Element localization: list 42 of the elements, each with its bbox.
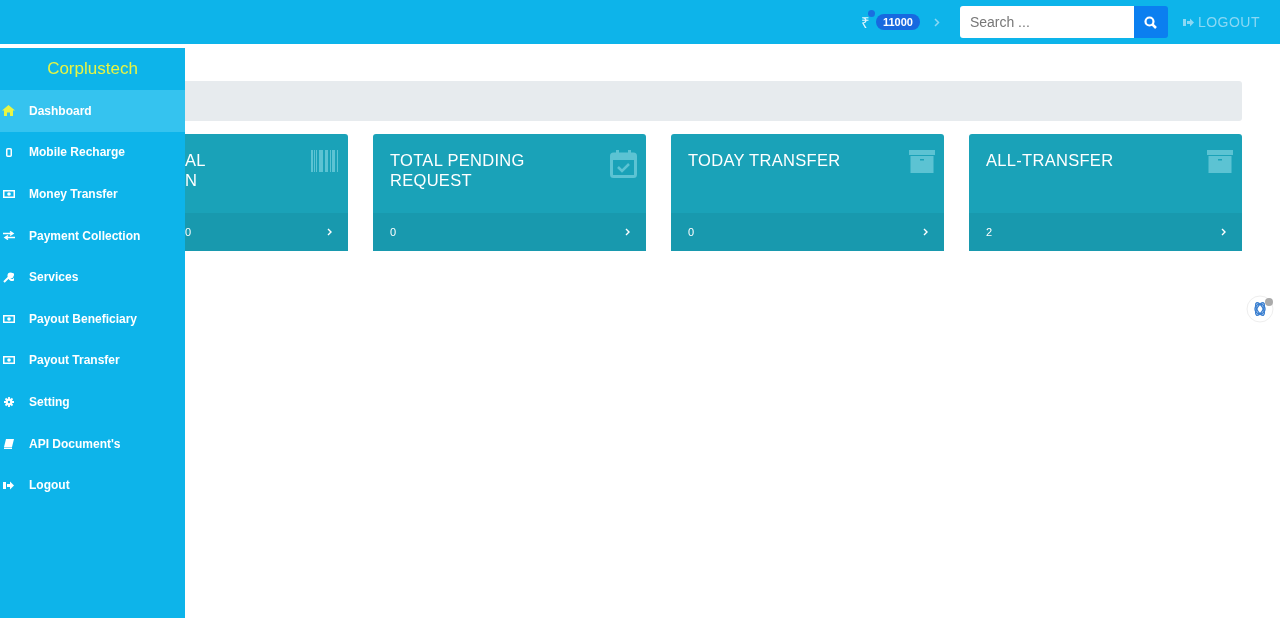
sign-out-icon — [1182, 17, 1194, 27]
card-value: 2 — [986, 226, 993, 238]
banknote-icon — [2, 356, 15, 365]
card-title: TODAY TRANSFER — [688, 150, 841, 171]
sidebar-item[interactable]: API Document's — [0, 422, 185, 465]
banknote-icon — [2, 314, 15, 323]
sidebar-item[interactable]: Payout Beneficiary — [0, 297, 185, 340]
sidebar-item[interactable]: Services — [0, 256, 185, 298]
card-title: TOTAL PENDING REQUEST — [390, 150, 525, 191]
balance-badge: 11000 — [875, 14, 920, 30]
archive-box-icon — [909, 150, 935, 173]
mobile-icon — [5, 147, 12, 157]
sidebar-item[interactable]: Payment Collection — [0, 214, 185, 257]
notification-dot — [867, 10, 875, 17]
card-value: 0 — [185, 226, 192, 238]
gear-icon — [3, 396, 14, 407]
archive-box-icon — [1207, 150, 1233, 173]
chat-widget-icon[interactable] — [1246, 293, 1276, 323]
search-icon — [1144, 15, 1158, 29]
sidebar-item[interactable]: Mobile Recharge — [0, 131, 185, 174]
rupee-icon: ₹ — [860, 12, 870, 32]
card-title: AL N — [185, 150, 206, 191]
brand-title: Corplustech — [46, 58, 139, 80]
exchange-icon — [2, 231, 15, 241]
barcode-icon — [311, 150, 339, 172]
sidebar-item[interactable]: Dashboard — [0, 90, 185, 132]
home-icon — [2, 105, 15, 117]
search-button[interactable] — [1133, 6, 1168, 38]
sidebar-item[interactable]: Logout — [0, 464, 185, 506]
sign-out-icon — [3, 480, 14, 490]
card-value: 0 — [390, 226, 397, 238]
book-icon — [3, 438, 14, 449]
logout-link[interactable]: LOGOUT — [1182, 14, 1260, 30]
card-title: ALL-TRANSFER — [986, 150, 1114, 171]
sidebar-item[interactable]: Money Transfer — [0, 173, 185, 215]
card-value: 0 — [688, 226, 695, 238]
banknote-icon — [2, 190, 15, 198]
wrench-icon — [3, 271, 14, 283]
search-field[interactable]: Search ... — [959, 6, 1134, 38]
sidebar-item[interactable]: Setting — [0, 381, 185, 423]
sidebar-item[interactable]: Payout Transfer — [0, 339, 185, 382]
calendar-icon — [610, 150, 637, 178]
